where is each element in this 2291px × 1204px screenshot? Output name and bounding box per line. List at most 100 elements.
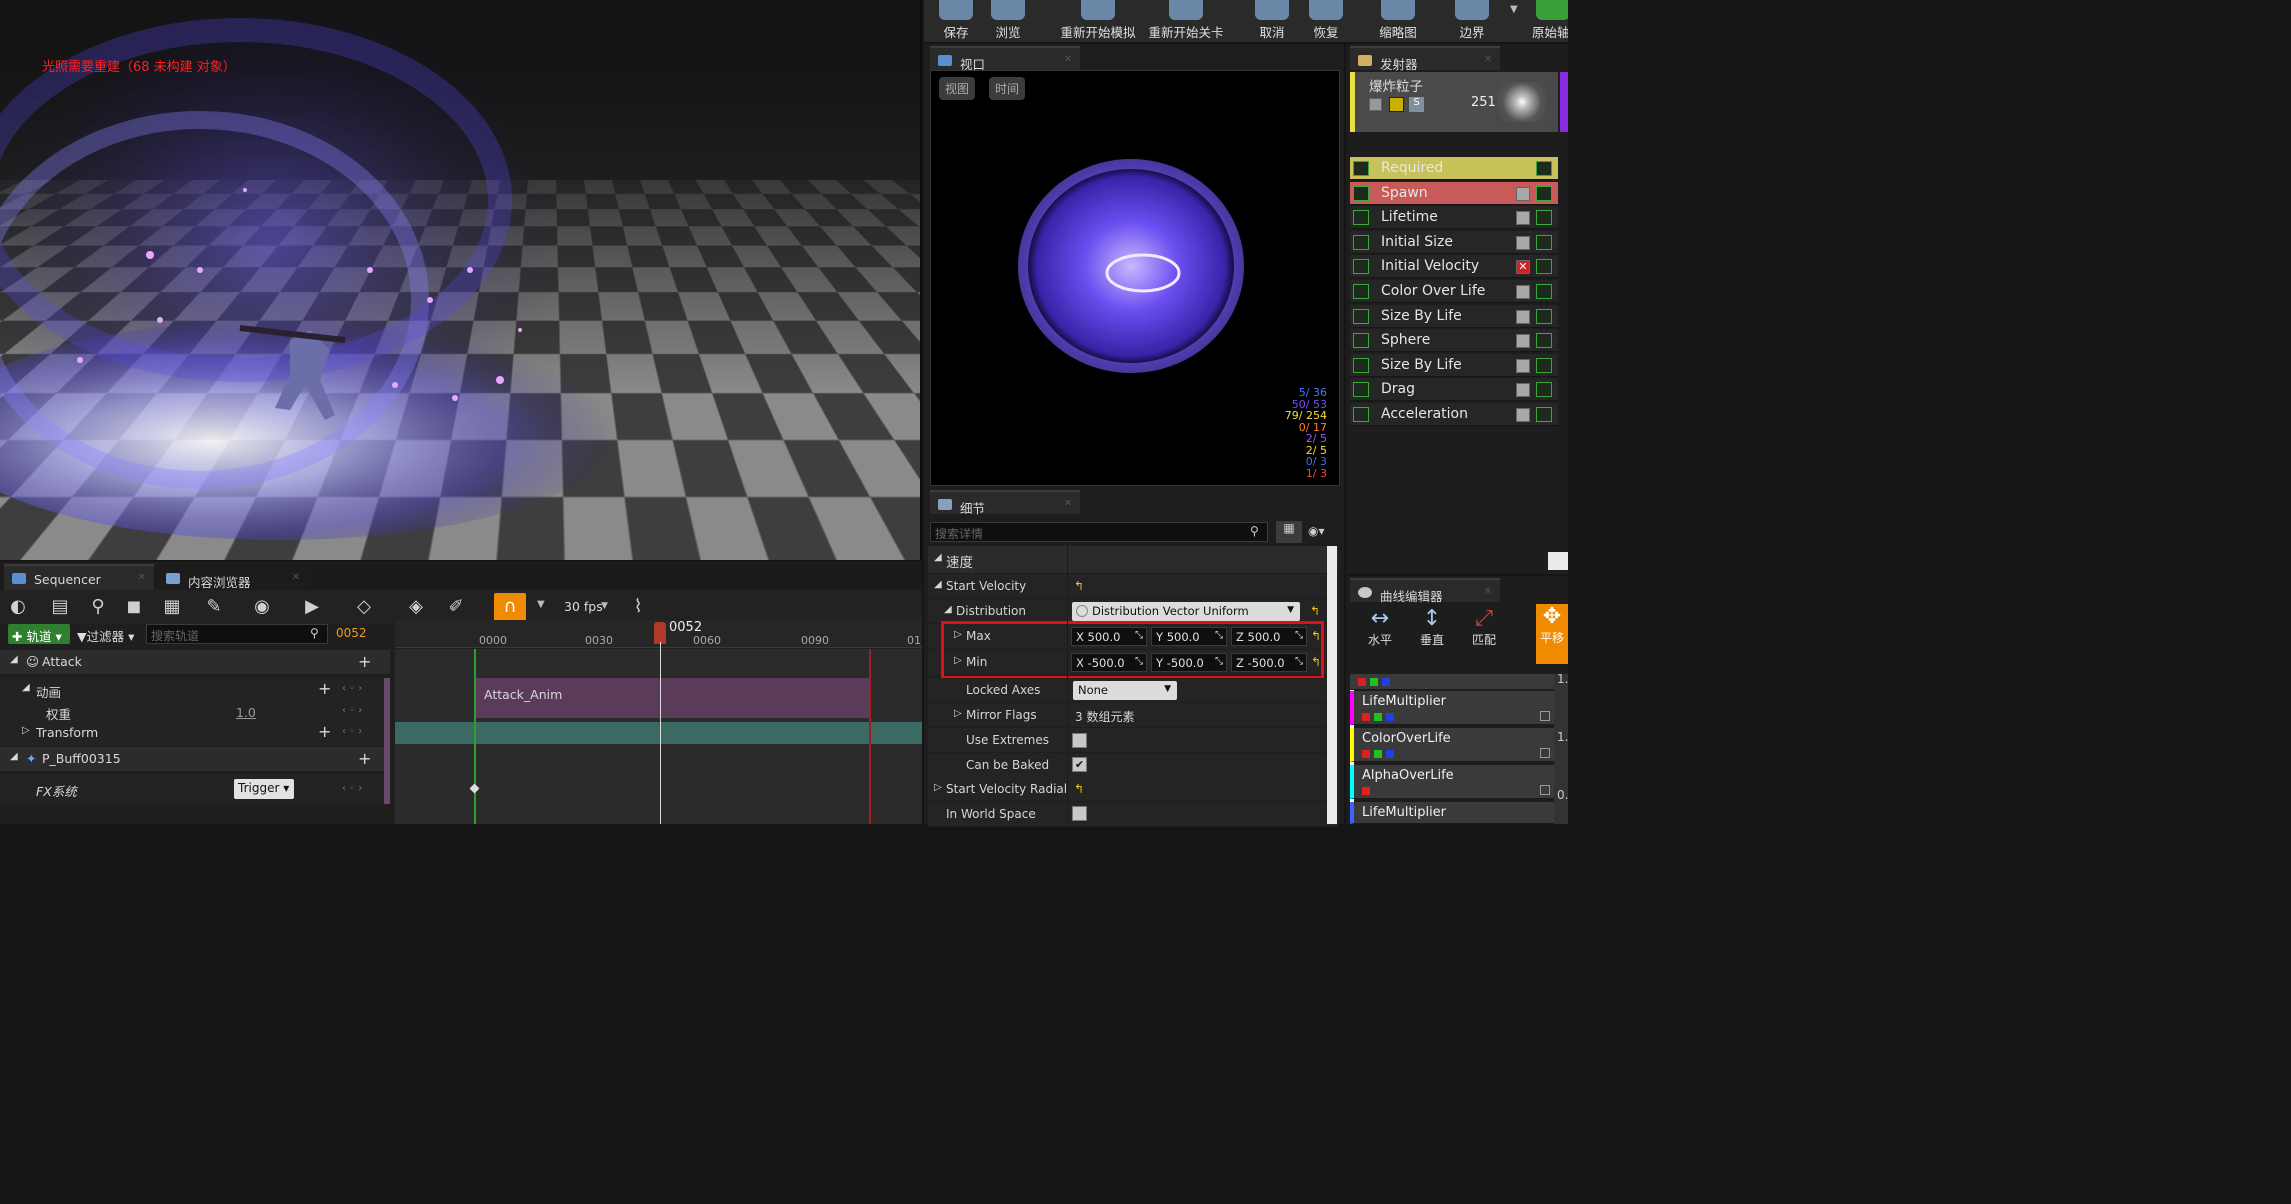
graph-icon[interactable] [1536, 357, 1552, 373]
tab-emitters[interactable]: 发射器 ✕ [1350, 46, 1500, 72]
add-icon[interactable]: + [358, 652, 371, 671]
graph-icon[interactable] [1536, 259, 1552, 275]
graph-icon[interactable] [1536, 407, 1552, 422]
module-row[interactable]: Lifetime [1350, 206, 1558, 230]
track-fx-system[interactable]: FX系统 Trigger ▾ ‹ ◦ › [0, 774, 390, 804]
thumbnail-button[interactable]: 缩略图 [1374, 0, 1422, 41]
tab-viewport[interactable]: 视口 ✕ [930, 46, 1080, 72]
module-enable-checkbox[interactable] [1516, 334, 1530, 349]
pencil-icon[interactable]: ✐ [444, 596, 468, 618]
curve-icon[interactable] [1353, 210, 1369, 226]
details-search-input[interactable]: 搜索详情 [930, 522, 1268, 542]
error-icon[interactable]: ✕ [1516, 260, 1530, 275]
eye-icon[interactable]: ◉ [250, 596, 274, 618]
module-enable-checkbox[interactable] [1516, 211, 1530, 226]
track-animation[interactable]: ◢ 动画 + ‹ ◦ › [0, 678, 390, 702]
graph-icon[interactable] [1536, 234, 1552, 250]
tab-content-browser[interactable]: 内容浏览器 ✕ [158, 564, 308, 590]
particle-preview[interactable]: 视图 时间 5/ 36 50/ 53 79/ 254 0/ 17 2/ 5 2/… [930, 70, 1340, 486]
close-icon[interactable]: ✕ [1064, 54, 1072, 65]
module-row[interactable]: Initial Velocity ✕ [1350, 255, 1558, 279]
module-enable-checkbox[interactable] [1516, 408, 1530, 422]
use-extremes-checkbox[interactable] [1072, 733, 1087, 748]
track-transform[interactable]: ▷ Transform + ‹ ◦ › [0, 722, 390, 746]
prop-in-world-space[interactable]: In World Space [928, 802, 1338, 827]
key-nav-icon[interactable]: ‹ ◦ › [342, 783, 362, 794]
origin-axis-button[interactable]: 原始轴 [1532, 0, 1568, 41]
locked-axes-dropdown[interactable]: None ▼ [1073, 681, 1177, 700]
module-row[interactable]: Color Over Life [1350, 280, 1558, 303]
prop-can-be-baked[interactable]: Can be Baked ✔ [928, 753, 1338, 778]
graph-icon[interactable] [1536, 382, 1552, 398]
module-enable-checkbox[interactable] [1516, 358, 1530, 373]
module-enable-checkbox[interactable] [1516, 186, 1530, 201]
graph-icon[interactable] [1536, 333, 1552, 349]
fit-horizontal-button[interactable]: ↔ 水平 [1356, 606, 1404, 648]
undo-button[interactable]: 取消 [1254, 0, 1290, 41]
restart-sim-button[interactable]: 重新开始模拟 [1060, 0, 1136, 41]
key-icon[interactable]: ◇ [352, 596, 376, 618]
module-enable-checkbox[interactable] [1516, 309, 1530, 324]
prop-start-velocity-radial[interactable]: ▷ Start Velocity Radial ↰ [928, 777, 1338, 802]
curve-icon[interactable] [1353, 382, 1369, 398]
curve-row-top[interactable] [1350, 674, 1554, 690]
key-nav-icon[interactable]: ‹ ◦ › [342, 705, 362, 716]
curve-icon[interactable] [1353, 284, 1369, 299]
snap-magnet-icon[interactable]: ∩ [494, 593, 526, 621]
graph-icon[interactable] [1536, 308, 1552, 324]
restart-level-button[interactable]: 重新开始关卡 [1148, 0, 1224, 41]
close-icon[interactable]: ✕ [138, 572, 146, 583]
chevron-down-icon[interactable]: ▼ [1510, 4, 1518, 15]
graph-icon[interactable] [1536, 161, 1552, 176]
close-icon[interactable]: ✕ [1484, 586, 1492, 597]
curve-icon[interactable] [1353, 185, 1369, 201]
curve-icon[interactable] [1353, 308, 1369, 324]
save-sequence-icon[interactable]: ▤ [48, 596, 72, 618]
reset-arrow-icon[interactable]: ↰ [1074, 579, 1084, 593]
module-row[interactable]: Size By Life [1350, 353, 1558, 377]
add-icon[interactable]: + [318, 679, 331, 698]
track-particle-actor[interactable]: ◢ ✦ P_Buff00315 + [0, 747, 390, 771]
emitter-enable-checkbox[interactable] [1369, 98, 1382, 111]
prop-locked-axes[interactable]: Locked Axes None ▼ [928, 678, 1338, 703]
weight-value[interactable]: 1.0 [236, 705, 256, 720]
curve-color-over-life[interactable]: ColorOverLife [1350, 728, 1554, 762]
prop-use-extremes[interactable]: Use Extremes [928, 728, 1338, 753]
module-row[interactable]: Drag [1350, 378, 1558, 402]
time-ruler[interactable]: 0000 0030 0060 0090 01 0052 [395, 620, 922, 648]
curve-life-multiplier[interactable]: LifeMultiplier [1350, 691, 1554, 725]
close-icon[interactable]: ✕ [292, 572, 300, 583]
redo-button[interactable]: 恢复 [1308, 0, 1344, 41]
world-icon[interactable]: ◐ [6, 596, 30, 618]
save-button[interactable]: 保存 [938, 0, 974, 41]
reset-arrow-icon[interactable]: ↰ [1074, 782, 1084, 796]
search-icon[interactable]: ⚲ [86, 596, 110, 618]
module-row[interactable]: Spawn [1350, 181, 1558, 205]
emitter-header[interactable]: 爆炸粒子 S 251 [1350, 72, 1558, 132]
graph-icon[interactable] [1536, 284, 1552, 299]
module-row[interactable]: Initial Size [1350, 230, 1558, 254]
emitters-scrollbar[interactable] [1548, 552, 1568, 570]
module-enable-checkbox[interactable] [1516, 235, 1530, 250]
distribution-dropdown[interactable]: Distribution Vector Uniform ▼ [1072, 602, 1300, 621]
eye-icon[interactable]: ◉▾ [1308, 524, 1325, 538]
add-track-button[interactable]: ✚ 轨道 ▾ [8, 624, 70, 644]
track-search-input[interactable]: 搜索轨道 [146, 624, 328, 644]
fps-selector[interactable]: 30 fps [564, 599, 603, 614]
curve-icon[interactable] [1353, 357, 1369, 373]
graph-icon[interactable] [1536, 185, 1552, 201]
prop-start-velocity[interactable]: ◢ Start Velocity ↰ [928, 574, 1338, 599]
key-nav-icon[interactable]: ‹ ◦ › [342, 683, 362, 694]
browse-button[interactable]: 浏览 [990, 0, 1026, 41]
pan-button[interactable]: ✥ 平移 [1536, 604, 1568, 664]
curve-life-multiplier-2[interactable]: LifeMultiplier [1350, 802, 1554, 824]
curve-icon[interactable] [1353, 333, 1369, 349]
curve-toggle-checkbox[interactable] [1540, 785, 1550, 795]
close-icon[interactable]: ✕ [1064, 498, 1072, 509]
fit-button[interactable]: ⤢ 匹配 [1460, 606, 1508, 648]
track-attack[interactable]: ◢ ☺ Attack + [0, 650, 390, 674]
tab-details[interactable]: 细节 ✕ [930, 490, 1080, 516]
level-viewport[interactable]: 光照需要重建（68 未构建 对象） [0, 0, 922, 560]
play-icon[interactable]: ▶ [300, 596, 324, 618]
emitter-render-mode-icon[interactable] [1389, 97, 1404, 112]
